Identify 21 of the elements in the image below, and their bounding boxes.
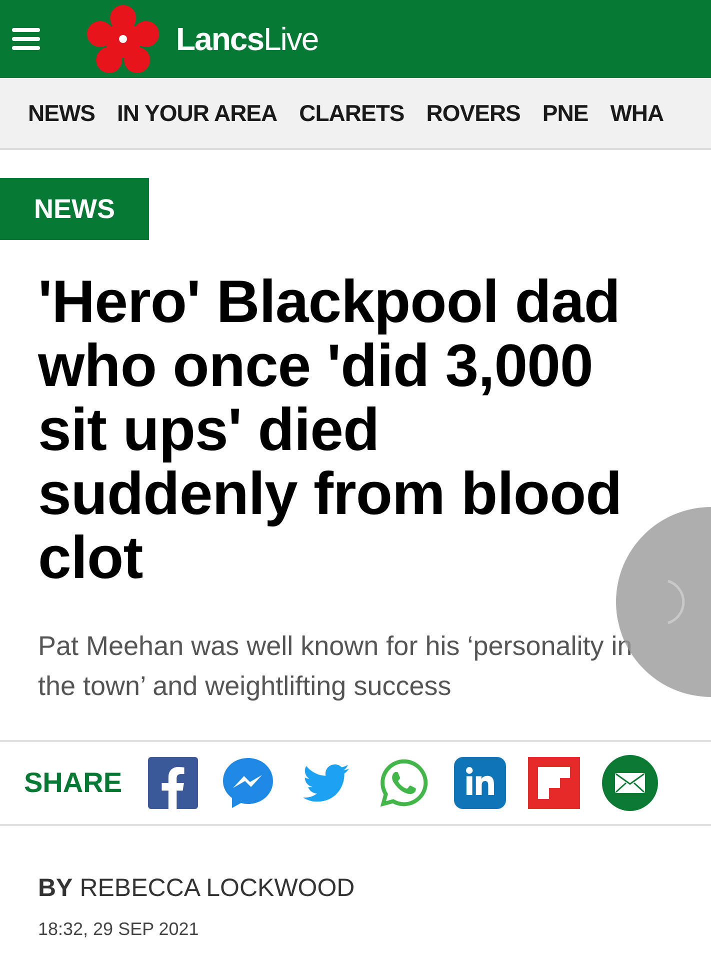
article-headline: 'Hero' Blackpool dad who once 'did 3,000 sit ups' died suddenly from blood clot [38, 270, 623, 590]
envelope-icon [614, 772, 646, 794]
nav-link[interactable]: IN YOUR AREA [117, 96, 278, 130]
site-logo-text[interactable]: LancsLive [176, 15, 318, 63]
publish-date: 18:32, 29 SEP 2021 [38, 918, 200, 940]
nav-link[interactable]: PNE [542, 96, 588, 130]
flipboard-icon [538, 767, 570, 799]
flipboard-share-button[interactable] [528, 757, 580, 809]
menu-icon[interactable] [12, 27, 40, 51]
article-standfirst: Pat Meehan was well known for his ‘personality in the town’ and weightlifting success [38, 630, 634, 703]
section-tag[interactable]: NEWS [0, 178, 149, 240]
messenger-icon [221, 756, 276, 810]
byline-text: BY REBECCA LOCKWOOD [38, 873, 356, 904]
share-label: SHARE [24, 766, 122, 800]
nav-link[interactable]: NEWS [28, 96, 95, 130]
facebook-share-button[interactable] [148, 757, 198, 809]
rose-logo-icon [86, 4, 160, 74]
nav-link[interactable]: CLARETS [299, 96, 404, 130]
linkedin-share-button[interactable] [454, 757, 506, 809]
nav-link[interactable]: WHA [610, 96, 664, 130]
nav-link[interactable]: ROVERS [426, 96, 520, 130]
